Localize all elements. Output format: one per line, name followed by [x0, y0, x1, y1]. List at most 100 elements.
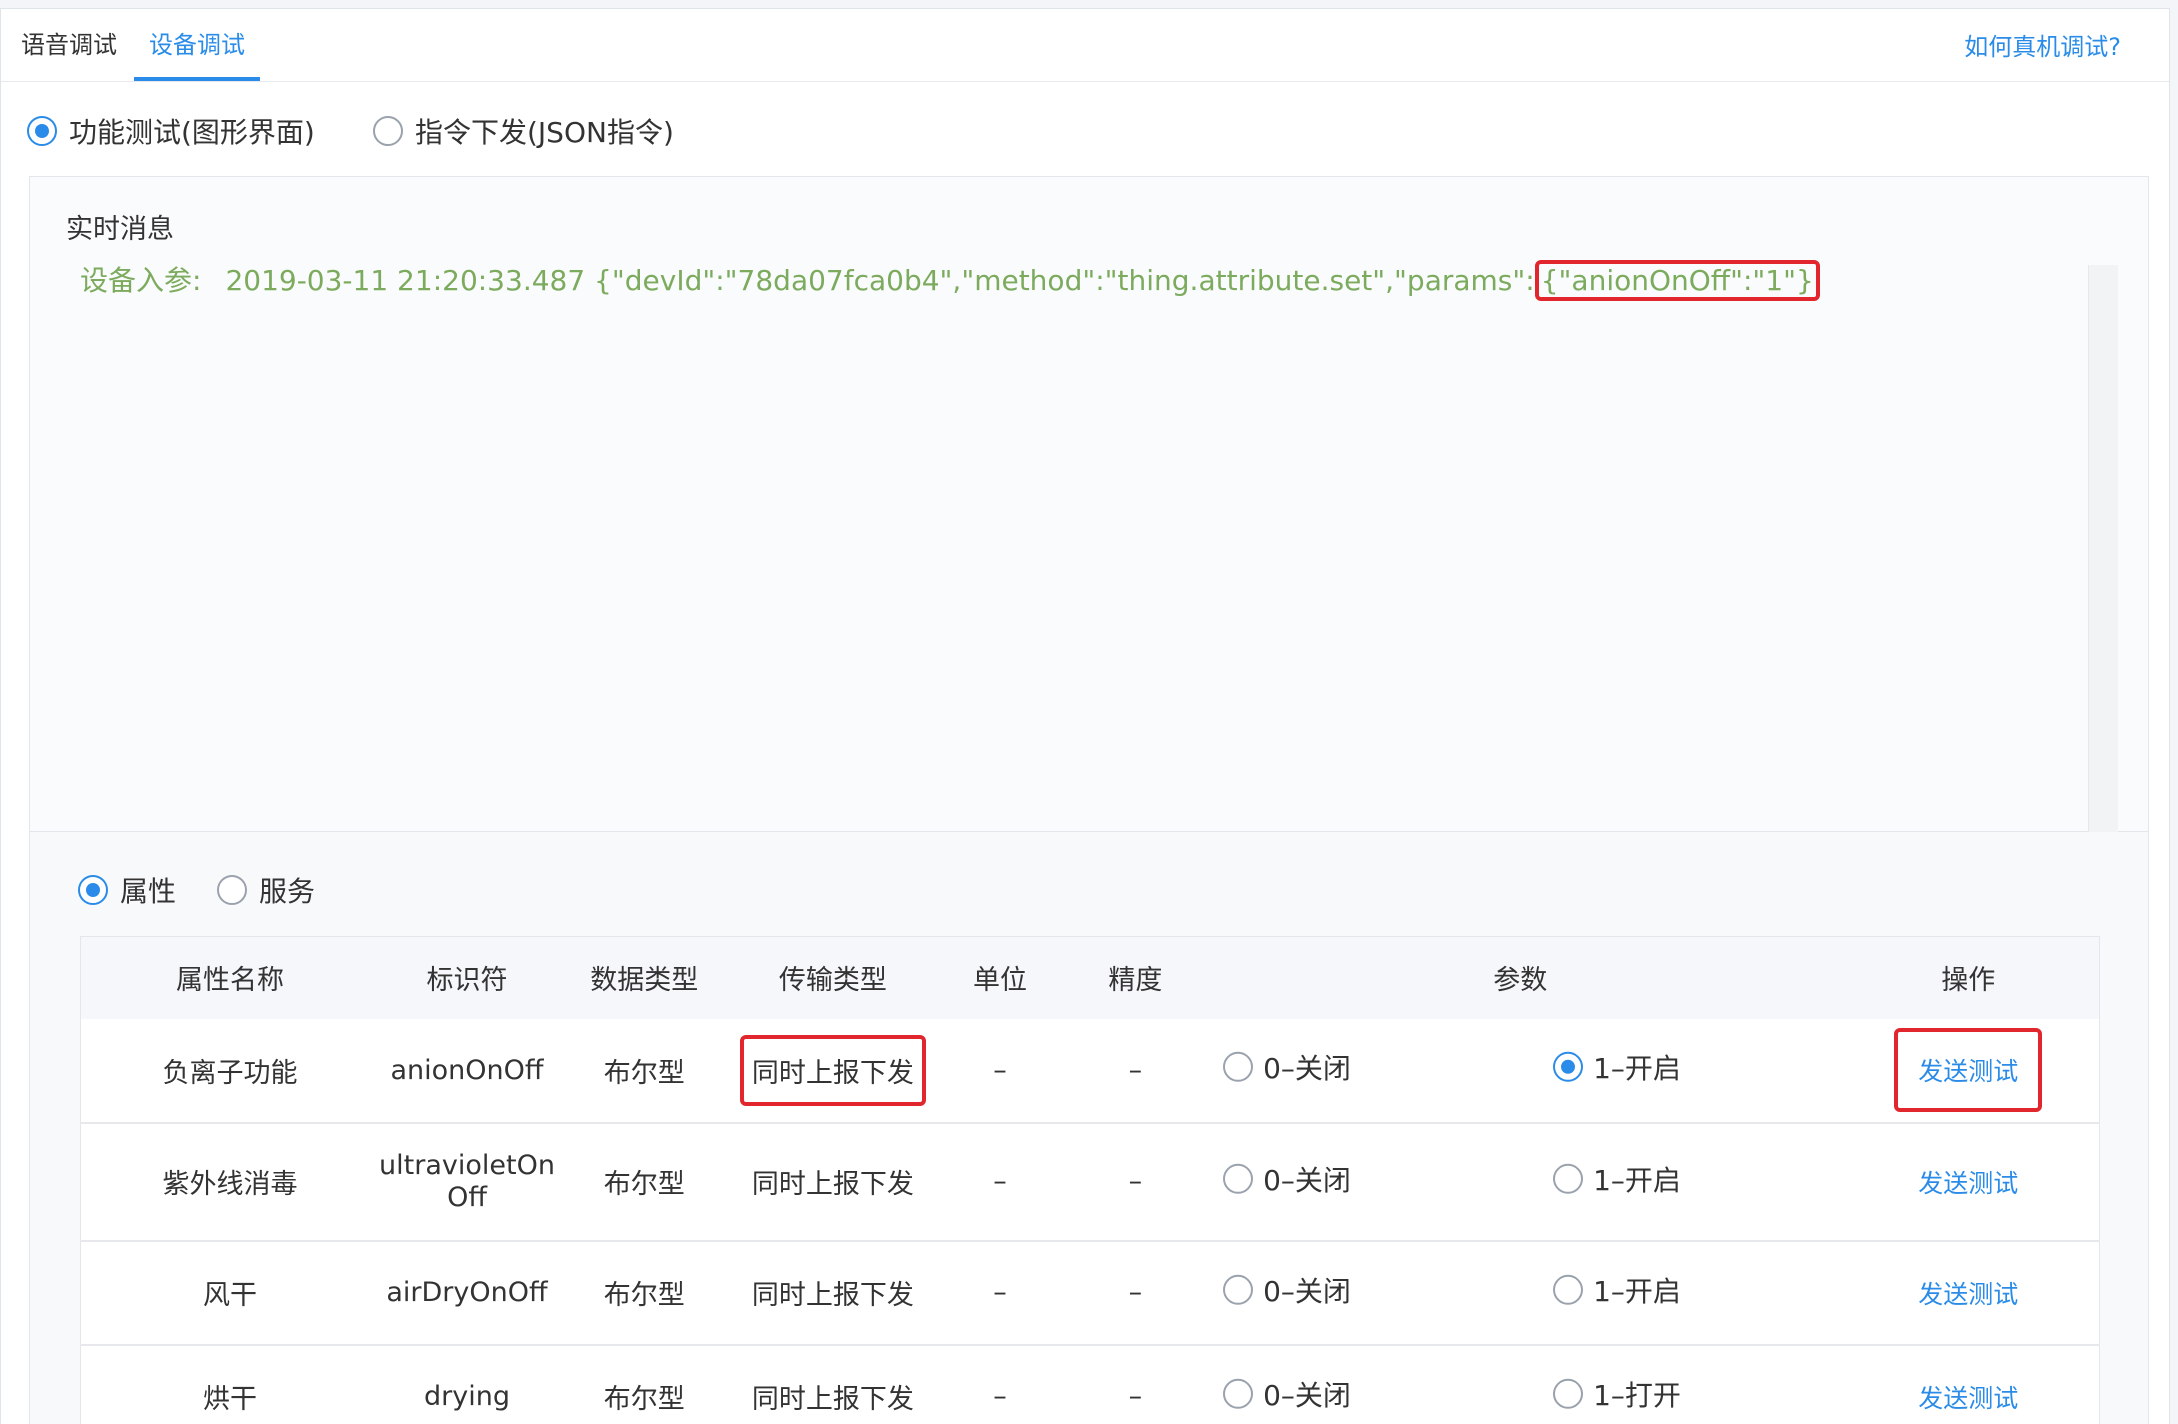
send-test-button[interactable]: 发送测试	[1918, 1280, 2018, 1309]
property-table: 属性名称 标识符 数据类型 传输类型 单位 精度 参数 操作 负离子功能 ani…	[80, 936, 2100, 1424]
cell-name: 风干	[80, 1239, 380, 1345]
cell-precision: –	[1067, 1121, 1204, 1241]
mode-radio-function-test[interactable]: 功能测试(图形界面)	[27, 111, 315, 151]
cell-params: 0–关闭 1–开启	[1203, 1019, 1837, 1123]
params-group: 0–关闭 1–开启	[1203, 1124, 1837, 1240]
param-option-label: 1–开启	[1593, 1051, 1681, 1085]
type-radio-property[interactable]: 属性	[78, 870, 176, 910]
radio-checked-icon	[78, 875, 108, 905]
table-row: 风干 airDryOnOff 布尔型 同时上报下发 – – 0–关闭 1–开启 …	[80, 1239, 2100, 1345]
cell-identifier: airDryOnOff	[379, 1239, 555, 1345]
radio-unchecked-icon	[217, 875, 247, 905]
param-option-label: 0–关闭	[1263, 1051, 1351, 1085]
params-group: 0–关闭 1–打开	[1203, 1346, 1837, 1424]
cell-data-type: 布尔型	[554, 1121, 734, 1241]
cell-data-type: 布尔型	[554, 1343, 734, 1424]
log-line-text: 2019-03-11 21:20:33.487 {"devId":"78da07…	[225, 264, 1535, 297]
mode-radio-label: 指令下发(JSON指令)	[415, 116, 674, 149]
device-debug-panel: 语音调试 设备调试 如何真机调试? 功能测试(图形界面) 指令下发(JSON指令…	[0, 8, 2170, 1424]
cell-name: 紫外线消毒	[80, 1121, 380, 1241]
table-row: 烘干 drying 布尔型 同时上报下发 – – 0–关闭 1–打开 发送测试	[80, 1343, 2100, 1424]
realtime-message-box: 实时消息 设备入参: 2019-03-11 21:20:33.487 {"devI…	[29, 176, 2149, 833]
log-line-highlight: {"anionOnOff":"1"}	[1534, 260, 1820, 301]
identifier-part: ultravioletOn	[379, 1149, 555, 1181]
cell-identifier: anionOnOff	[390, 1054, 544, 1086]
type-radio-label: 服务	[259, 875, 316, 908]
cell-action: 发送测试	[1837, 1343, 2100, 1424]
params-group: 0–关闭 1–开启	[1203, 1242, 1837, 1344]
cell-identifier: drying	[379, 1343, 555, 1424]
active-tab-indicator	[134, 77, 260, 81]
radio-unchecked-icon	[1223, 1051, 1254, 1082]
param-option-label: 1–开启	[1593, 1163, 1681, 1197]
type-radio-service[interactable]: 服务	[217, 870, 315, 910]
param-option-1[interactable]: 1–打开	[1553, 1374, 1681, 1414]
col-header-transfer-type: 传输类型	[733, 936, 933, 1019]
mode-radio-label: 功能测试(图形界面)	[69, 116, 315, 149]
cell-action: 发送测试	[1837, 1019, 2099, 1123]
cell-precision: –	[1067, 1239, 1204, 1345]
cell-unit: –	[993, 1054, 1007, 1086]
send-test-highlight: 发送测试	[1894, 1028, 2043, 1112]
mode-radio-json-command[interactable]: 指令下发(JSON指令)	[373, 111, 674, 151]
col-header-data-type: 数据类型	[554, 936, 734, 1019]
col-header-identifier: 标识符	[379, 936, 555, 1019]
send-test-button[interactable]: 发送测试	[1918, 1169, 2018, 1198]
cell-transfer-type: 同时上报下发	[734, 1019, 933, 1123]
log-scrollbar[interactable]	[2088, 265, 2118, 833]
table-row: 负离子功能 anionOnOff 布尔型 同时上报下发 – – 0–关闭 1–开…	[81, 1019, 2100, 1123]
param-option-1[interactable]: 1–开启	[1553, 1158, 1681, 1198]
param-option-0[interactable]: 0–关闭	[1223, 1374, 1351, 1414]
radio-unchecked-icon	[1223, 1163, 1254, 1194]
cell-data-type: 布尔型	[603, 1057, 685, 1089]
type-radio-label: 属性	[120, 875, 177, 908]
col-header-name: 属性名称	[80, 936, 380, 1019]
col-header-unit: 单位	[932, 936, 1068, 1019]
param-option-label: 1–开启	[1593, 1274, 1681, 1308]
param-option-label: 0–关闭	[1263, 1274, 1351, 1308]
col-header-precision: 精度	[1067, 936, 1204, 1019]
cell-params: 0–关闭 1–开启	[1203, 1239, 1838, 1345]
radio-unchecked-icon	[1223, 1378, 1254, 1409]
cell-precision: –	[1128, 1054, 1143, 1086]
param-option-1[interactable]: 1–开启	[1553, 1047, 1681, 1087]
params-group: 0–关闭 1–开启	[1203, 1019, 1837, 1122]
how-to-debug-link[interactable]: 如何真机调试?	[1964, 31, 2121, 63]
transfer-type-highlight: 同时上报下发	[739, 1034, 926, 1106]
radio-unchecked-icon	[373, 116, 403, 146]
cell-identifier: ultravioletOn Off	[379, 1121, 555, 1241]
radio-checked-icon	[27, 116, 57, 146]
cell-transfer-type: 同时上报下发	[733, 1121, 933, 1241]
radio-unchecked-icon	[1553, 1274, 1584, 1305]
send-test-button[interactable]: 发送测试	[1918, 1057, 2018, 1086]
param-option-0[interactable]: 0–关闭	[1223, 1269, 1351, 1309]
tab-voice-debug[interactable]: 语音调试	[21, 29, 117, 61]
tab-device-debug[interactable]: 设备调试	[149, 29, 245, 61]
cell-params: 0–关闭 1–打开	[1203, 1343, 1838, 1424]
param-option-0[interactable]: 0–关闭	[1223, 1047, 1351, 1087]
cell-unit: –	[932, 1121, 1068, 1241]
radio-unchecked-icon	[1553, 1378, 1584, 1409]
param-option-label: 1–打开	[1593, 1378, 1681, 1412]
table-header: 属性名称 标识符 数据类型 传输类型 单位 精度 参数 操作	[80, 936, 2100, 1019]
cell-unit: –	[932, 1343, 1068, 1424]
param-option-0[interactable]: 0–关闭	[1223, 1158, 1351, 1198]
cell-unit: –	[932, 1239, 1068, 1345]
param-option-1[interactable]: 1–开启	[1553, 1269, 1681, 1309]
property-section: 属性 服务 属性名称 标识符 数据类型 传输类型 单位 精度 参数 操作 负离子…	[29, 832, 2149, 1424]
send-test-button[interactable]: 发送测试	[1918, 1384, 2018, 1413]
cell-name: 烘干	[80, 1343, 380, 1424]
cell-transfer-type: 同时上报下发	[733, 1239, 933, 1345]
radio-checked-icon	[1553, 1051, 1584, 1082]
realtime-title: 实时消息	[66, 214, 174, 245]
col-header-params: 参数	[1203, 936, 1838, 1019]
cell-action: 发送测试	[1837, 1121, 2100, 1241]
log-line: 设备入参: 2019-03-11 21:20:33.487 {"devId":"7…	[80, 259, 1820, 301]
cell-name: 负离子功能	[162, 1057, 298, 1089]
cell-action: 发送测试	[1837, 1239, 2100, 1345]
cell-data-type: 布尔型	[554, 1239, 734, 1345]
cell-transfer-type: 同时上报下发	[733, 1343, 933, 1424]
log-line-label: 设备入参:	[80, 264, 202, 297]
radio-unchecked-icon	[1553, 1163, 1584, 1194]
param-option-label: 0–关闭	[1263, 1163, 1351, 1197]
